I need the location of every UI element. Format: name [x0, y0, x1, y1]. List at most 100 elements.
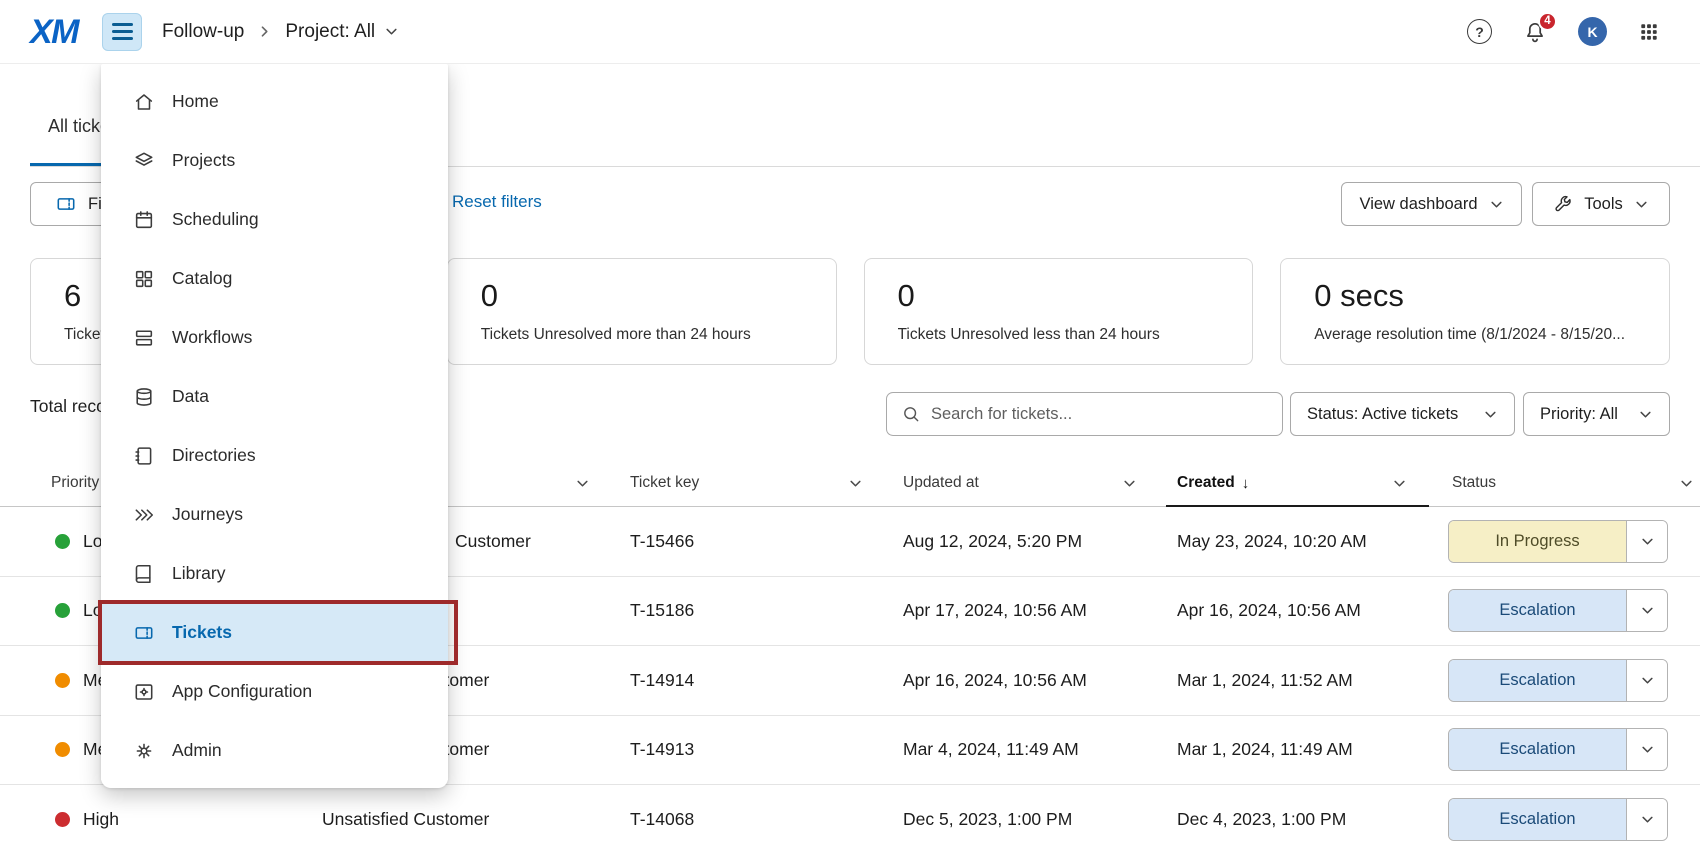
- journeys-icon: [133, 504, 155, 526]
- chevron-down-icon: [384, 24, 399, 39]
- hamburger-menu-button[interactable]: [102, 13, 142, 51]
- ticket-key-cell: T-14913: [630, 739, 903, 760]
- help-icon[interactable]: ?: [1467, 19, 1492, 44]
- chevron-down-icon[interactable]: [848, 476, 863, 491]
- ticket-row[interactable]: High Unsatisfied Customer T-14068 Dec 5,…: [0, 785, 1700, 850]
- status-label: Escalation: [1449, 590, 1626, 631]
- app-configuration-icon: [133, 681, 155, 703]
- admin-icon: [133, 740, 155, 762]
- menu-item-catalog[interactable]: Catalog: [101, 249, 448, 308]
- chevron-down-icon[interactable]: [1679, 476, 1694, 491]
- status-dropdown[interactable]: Escalation: [1448, 659, 1668, 702]
- scheduling-icon: [133, 209, 155, 231]
- status-label: Escalation: [1449, 799, 1626, 840]
- menu-item-home[interactable]: Home: [101, 72, 448, 131]
- notifications-button[interactable]: 4: [1523, 20, 1547, 44]
- column-header-created[interactable]: Created ↓: [1177, 460, 1447, 506]
- menu-item-library[interactable]: Library: [101, 544, 448, 603]
- ticket-name-cell: Unsatisfied Customer: [322, 809, 630, 830]
- chevron-down-icon: [1634, 197, 1649, 212]
- created-cell: Apr 16, 2024, 10:56 AM: [1177, 600, 1447, 621]
- project-dropdown-label: Project: All: [285, 21, 375, 43]
- hamburger-icon: [112, 23, 133, 26]
- menu-item-label: Directories: [172, 445, 256, 466]
- created-cell: May 23, 2024, 10:20 AM: [1177, 531, 1447, 552]
- chevron-down-icon[interactable]: [1392, 476, 1407, 491]
- menu-item-journeys[interactable]: Journeys: [101, 485, 448, 544]
- menu-item-scheduling[interactable]: Scheduling: [101, 190, 448, 249]
- status-label: Escalation: [1449, 729, 1626, 770]
- priority-filter-dropdown[interactable]: Priority: All: [1523, 392, 1670, 436]
- menu-item-label: Library: [172, 563, 226, 584]
- ticket-icon: [55, 193, 77, 215]
- status-filter-dropdown[interactable]: Status: Active tickets: [1290, 392, 1515, 436]
- chevron-right-icon: [257, 24, 272, 39]
- priority-label: High: [83, 809, 119, 830]
- xm-logo: XM: [30, 15, 78, 49]
- stat-card-value: 0: [898, 277, 1233, 314]
- status-label: In Progress: [1449, 521, 1626, 562]
- menu-item-label: Catalog: [172, 268, 232, 289]
- priority-dot-orange: [55, 673, 70, 688]
- view-dashboard-button[interactable]: View dashboard: [1341, 182, 1522, 226]
- avatar[interactable]: K: [1578, 17, 1607, 46]
- chevron-down-icon: [1483, 407, 1498, 422]
- status-dropdown[interactable]: Escalation: [1448, 728, 1668, 771]
- stat-card: 0 secs Average resolution time (8/1/2024…: [1280, 258, 1670, 365]
- tools-button[interactable]: Tools: [1532, 182, 1670, 226]
- sort-underline: [1166, 505, 1429, 507]
- chevron-down-icon[interactable]: [1626, 660, 1667, 701]
- reset-filters-link[interactable]: Reset filters: [452, 192, 542, 212]
- menu-item-directories[interactable]: Directories: [101, 426, 448, 485]
- stat-card: 0 Tickets Unresolved less than 24 hours: [864, 258, 1254, 365]
- apps-grid-icon[interactable]: [1638, 21, 1660, 43]
- project-dropdown[interactable]: Project: All: [285, 21, 399, 43]
- wrench-icon: [1553, 194, 1573, 214]
- chevron-down-icon[interactable]: [1626, 729, 1667, 770]
- menu-item-workflows[interactable]: Workflows: [101, 308, 448, 367]
- status-filter-label: Status: Active tickets: [1307, 405, 1458, 424]
- data-icon: [133, 386, 155, 408]
- chevron-down-icon[interactable]: [1626, 590, 1667, 631]
- chevron-down-icon[interactable]: [1122, 476, 1137, 491]
- priority-dot-orange: [55, 742, 70, 757]
- menu-item-admin[interactable]: Admin: [101, 721, 448, 780]
- priority-dot-red: [55, 812, 70, 827]
- chevron-down-icon[interactable]: [575, 476, 590, 491]
- menu-item-label: Scheduling: [172, 209, 259, 230]
- chevron-down-icon: [1489, 197, 1504, 212]
- top-navigation-bar: XM Follow-up Project: All ? 4 K: [0, 0, 1700, 64]
- menu-item-data[interactable]: Data: [101, 367, 448, 426]
- status-cell: Escalation: [1447, 589, 1700, 632]
- search-input[interactable]: [931, 405, 1268, 424]
- priority-dot-green: [55, 603, 70, 618]
- chevron-down-icon[interactable]: [1626, 521, 1667, 562]
- stat-card-label: Tickets Unresolved more than 24 hours: [481, 326, 816, 344]
- column-header-ticket-key[interactable]: Ticket key: [630, 460, 903, 506]
- chevron-down-icon: [1638, 407, 1653, 422]
- updated-at-cell: Apr 17, 2024, 10:56 AM: [903, 600, 1177, 621]
- status-dropdown[interactable]: Escalation: [1448, 798, 1668, 841]
- menu-item-tickets[interactable]: Tickets: [101, 603, 448, 662]
- menu-item-label: Journeys: [172, 504, 243, 525]
- navigation-menu: Home Projects Scheduling Catalog Workflo…: [101, 64, 448, 788]
- column-header-status[interactable]: Status: [1447, 460, 1700, 506]
- breadcrumb-section[interactable]: Follow-up: [162, 21, 244, 43]
- updated-at-cell: Dec 5, 2023, 1:00 PM: [903, 809, 1177, 830]
- menu-item-label: Admin: [172, 740, 222, 761]
- status-dropdown[interactable]: In Progress: [1448, 520, 1668, 563]
- column-header-updated-at[interactable]: Updated at: [903, 460, 1177, 506]
- menu-item-label: Data: [172, 386, 209, 407]
- menu-item-app-configuration[interactable]: App Configuration: [101, 662, 448, 721]
- status-cell: Escalation: [1447, 798, 1700, 841]
- ticket-key-cell: T-14914: [630, 670, 903, 691]
- menu-item-projects[interactable]: Projects: [101, 131, 448, 190]
- column-header-label: Status: [1452, 474, 1496, 492]
- topbar-actions: ? 4 K: [1467, 17, 1660, 46]
- ticket-key-cell: T-14068: [630, 809, 903, 830]
- status-dropdown[interactable]: Escalation: [1448, 589, 1668, 632]
- chevron-down-icon[interactable]: [1626, 799, 1667, 840]
- status-cell: Escalation: [1447, 728, 1700, 771]
- menu-item-label: Workflows: [172, 327, 252, 348]
- status-cell: In Progress: [1447, 520, 1700, 563]
